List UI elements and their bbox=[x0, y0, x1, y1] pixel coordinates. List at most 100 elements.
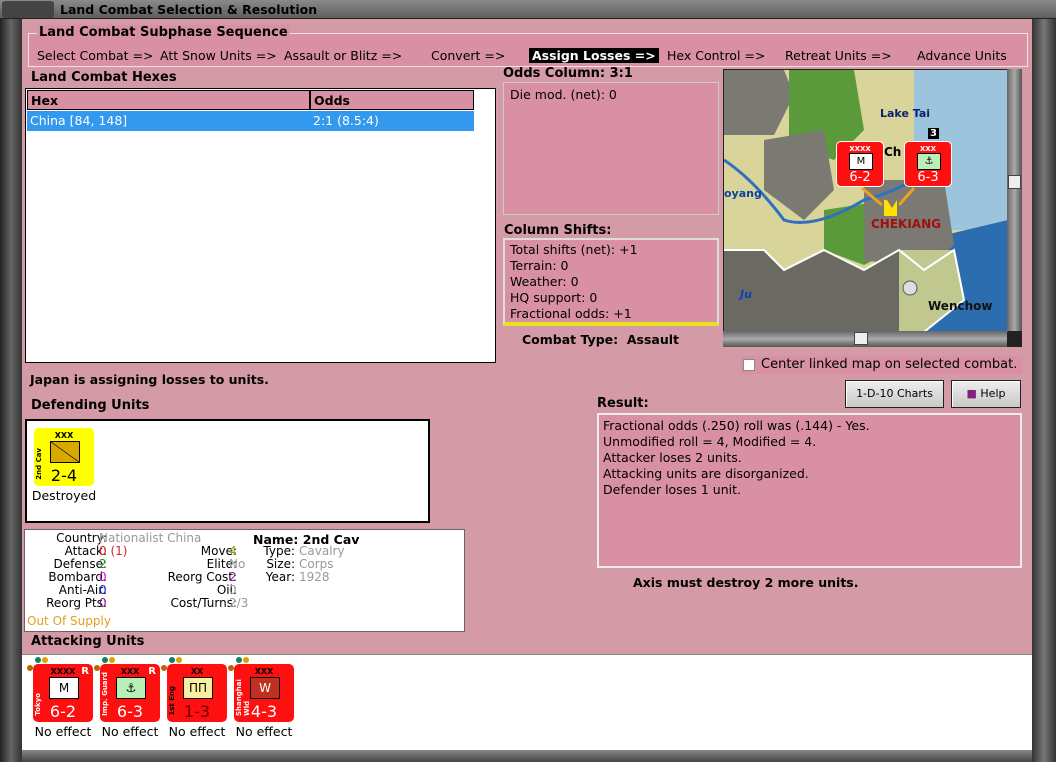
unit-type-icon: M bbox=[49, 677, 79, 699]
step-assault: Assault or Blitz => bbox=[284, 48, 403, 63]
cell-odds: 2:1 (8.5:4) bbox=[313, 113, 379, 128]
supply-status: Out Of Supply bbox=[27, 614, 111, 628]
cell-hex: China [84, 148] bbox=[30, 113, 128, 128]
defending-title: Defending Units bbox=[31, 398, 150, 413]
map-unit-imp-guard[interactable]: XXX ⚓ 6-3 bbox=[904, 141, 952, 187]
result-line: Defender loses 1 unit. bbox=[603, 482, 741, 497]
combat-type: Combat Type: Assault bbox=[522, 332, 679, 347]
right-frame-scrollbar[interactable] bbox=[1032, 19, 1056, 762]
map-view[interactable]: Lake Tai oyang CHEKIANG Wenchow Ju Ch XX… bbox=[723, 69, 1022, 347]
result-line: Attacker loses 2 units. bbox=[603, 450, 742, 465]
shifts-box: Total shifts (net): +1 Terrain: 0 Weathe… bbox=[503, 238, 719, 326]
table-row[interactable]: China [84, 148] 2:1 (8.5:4) bbox=[27, 111, 474, 131]
map-label-river: Ju bbox=[738, 288, 752, 301]
charts-button[interactable]: 1-D-10 Charts bbox=[845, 380, 944, 408]
map-unit-tokyo[interactable]: XXXX M 6-2 bbox=[836, 141, 884, 187]
subphase-sequence: Land Combat Subphase Sequence Select Com… bbox=[28, 25, 1028, 67]
status-dot bbox=[176, 657, 182, 663]
detail-label: Year: bbox=[265, 570, 295, 584]
map-label-city2: Wenchow bbox=[928, 299, 992, 313]
odds-box: Die mod. (net): 0 bbox=[503, 82, 719, 215]
attacking-unit[interactable]: XX 1st Eng ПП 1-3 bbox=[167, 664, 227, 722]
bottom-scrollbar[interactable] bbox=[22, 750, 1032, 762]
result-line: Attacking units are disorganized. bbox=[603, 466, 809, 481]
col-odds[interactable]: Odds bbox=[310, 90, 474, 110]
ct-value: 2/3 bbox=[229, 596, 249, 610]
year-value: 1928 bbox=[299, 570, 330, 584]
status-dot bbox=[236, 657, 242, 663]
center-map-option[interactable]: Center linked map on selected combat. bbox=[741, 356, 1023, 374]
shift-line: Fractional odds: +1 bbox=[510, 306, 632, 321]
map-label-region: CHEKIANG bbox=[871, 217, 941, 231]
col-hex[interactable]: Hex bbox=[27, 90, 310, 110]
attacking-unit[interactable]: XXXX R Tokyo M 6-2 bbox=[33, 664, 93, 722]
unit-type-icon: M bbox=[849, 153, 873, 170]
combat-type-label: Combat Type: bbox=[522, 332, 619, 347]
hexes-table: Hex Odds China [84, 148] 2:1 (8.5:4) bbox=[25, 88, 496, 363]
status-message: Japan is assigning losses to units. bbox=[30, 372, 269, 387]
map-hscroll[interactable] bbox=[723, 331, 1007, 347]
sequence-title: Land Combat Subphase Sequence bbox=[37, 25, 290, 40]
help-label: Help bbox=[980, 387, 1006, 400]
unit-status: No effect bbox=[101, 724, 159, 739]
die-mod: Die mod. (net): 0 bbox=[510, 87, 617, 102]
shift-line: HQ support: 0 bbox=[510, 290, 598, 305]
attacking-title: Attacking Units bbox=[31, 634, 145, 649]
map-label-city1: oyang bbox=[724, 187, 762, 200]
unit-type-icon: W bbox=[250, 677, 280, 699]
result-line: Fractional odds (.250) roll was (.144) -… bbox=[603, 418, 870, 433]
hscroll-thumb[interactable] bbox=[854, 332, 868, 345]
unit-status: No effect bbox=[34, 724, 92, 739]
axis-message: Axis must destroy 2 more units. bbox=[633, 575, 859, 590]
window-menu-button[interactable] bbox=[2, 1, 54, 18]
vscroll-thumb[interactable] bbox=[1008, 175, 1021, 189]
map-terrain: Lake Tai oyang CHEKIANG Wenchow Ju Ch bbox=[724, 70, 1008, 332]
center-map-label: Center linked map on selected combat. bbox=[761, 357, 1018, 372]
title-bar: Land Combat Selection & Resolution bbox=[0, 0, 1056, 19]
center-map-checkbox[interactable] bbox=[743, 359, 755, 371]
attacking-unit[interactable]: XXX Shanghai Wld W 4-3 bbox=[234, 664, 294, 722]
odds-title: Odds Column: 3:1 bbox=[503, 66, 633, 81]
step-retreat: Retreat Units => bbox=[785, 48, 892, 63]
hexes-title: Land Combat Hexes bbox=[31, 70, 177, 85]
step-convert: Convert => bbox=[431, 48, 506, 63]
unit-type-icon: ПП bbox=[183, 677, 213, 699]
detail-label: Cost/Turns: bbox=[170, 596, 237, 610]
step-advance: Advance Units bbox=[917, 48, 1007, 63]
shifts-lines: Total shifts (net): +1 Terrain: 0 Weathe… bbox=[510, 242, 638, 322]
combat-type-value: Assault bbox=[626, 332, 679, 347]
left-frame bbox=[0, 19, 22, 762]
step-att-snow: Att Snow Units => bbox=[160, 48, 277, 63]
shift-line: Terrain: 0 bbox=[510, 258, 569, 273]
defending-units-box: XXX 2nd Cav 2-4 Destroyed bbox=[25, 419, 430, 523]
shift-line: Total shifts (net): +1 bbox=[510, 242, 638, 257]
status-dot bbox=[243, 657, 249, 663]
status-dot bbox=[109, 657, 115, 663]
step-assign-losses: Assign Losses => bbox=[529, 48, 659, 63]
unit-details: Country: Attack: Defense: Bombard: Anti-… bbox=[24, 529, 465, 632]
port-icon bbox=[902, 280, 918, 296]
step-hex-control: Hex Control => bbox=[667, 48, 766, 63]
defending-unit[interactable]: XXX 2nd Cav 2-4 bbox=[34, 428, 94, 486]
shifts-title: Column Shifts: bbox=[504, 223, 612, 238]
detail-label: Reorg Pts: bbox=[46, 596, 107, 610]
result-box: Fractional odds (.250) roll was (.144) -… bbox=[597, 413, 1022, 568]
map-label-partial: Ch bbox=[884, 145, 901, 159]
map-label-lake: Lake Tai bbox=[880, 107, 930, 120]
book-icon: ■ bbox=[966, 387, 977, 400]
attacking-unit[interactable]: XXX R Imp. Guard ⚓ 6-3 bbox=[100, 664, 160, 722]
status-dot bbox=[35, 657, 41, 663]
result-title: Result: bbox=[597, 396, 649, 411]
status-dot bbox=[42, 657, 48, 663]
step-select-combat: Select Combat => bbox=[37, 48, 154, 63]
help-button[interactable]: ■ Help bbox=[951, 380, 1021, 408]
status-dot bbox=[169, 657, 175, 663]
unit-status: No effect bbox=[168, 724, 226, 739]
stack-count: 3 bbox=[928, 128, 939, 139]
map-vscroll[interactable] bbox=[1007, 69, 1022, 331]
unit-type-icon: ⚓ bbox=[116, 677, 146, 699]
status-dot bbox=[102, 657, 108, 663]
unit-status: No effect bbox=[235, 724, 293, 739]
shift-line: Weather: 0 bbox=[510, 274, 579, 289]
result-line: Unmodified roll = 4, Modified = 4. bbox=[603, 434, 817, 449]
